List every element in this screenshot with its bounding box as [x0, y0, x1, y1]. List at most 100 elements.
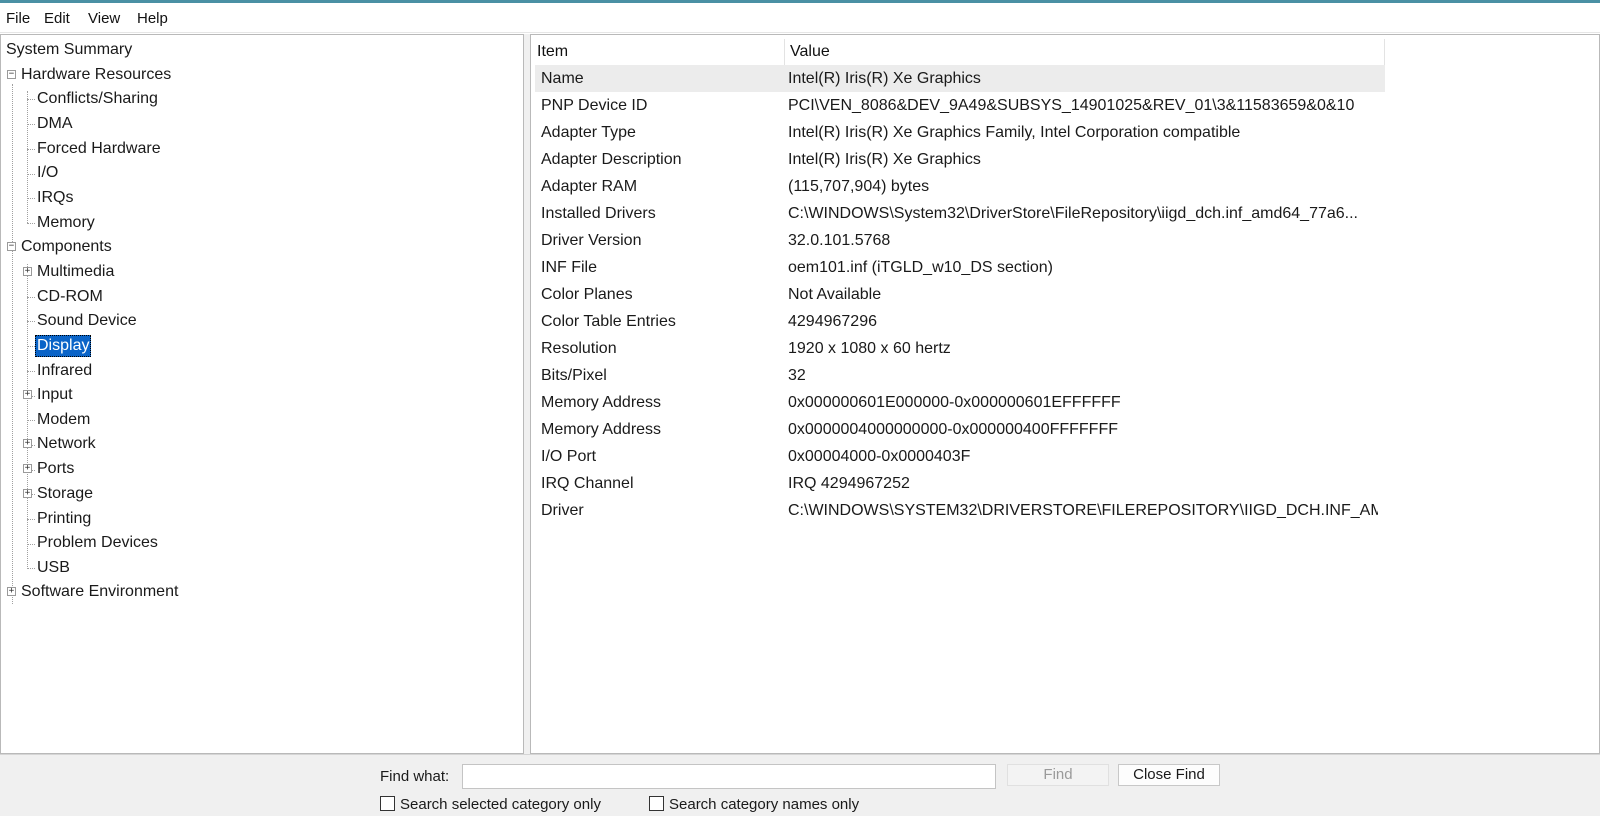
- table-row[interactable]: Color Table Entries 4294967296: [535, 308, 1385, 335]
- menu-bar: File Edit View Help: [0, 3, 1600, 33]
- tree-item-components[interactable]: Components: [19, 236, 114, 258]
- item-cell: IRQ Channel: [541, 475, 634, 492]
- collapse-icon[interactable]: −: [7, 242, 16, 251]
- item-cell: Driver Version: [541, 232, 642, 249]
- table-row[interactable]: PNP Device ID PCI\VEN_8086&DEV_9A49&SUBS…: [535, 92, 1385, 119]
- menu-file[interactable]: File: [6, 8, 30, 30]
- value-cell: oem101.inf (iTGLD_w10_DS section): [788, 259, 1054, 276]
- tree-branch: [27, 420, 35, 421]
- table-row[interactable]: Resolution 1920 x 1080 x 60 hertz: [535, 335, 1385, 362]
- close-find-button[interactable]: Close Find: [1118, 764, 1220, 786]
- tree-item-software-environment[interactable]: Software Environment: [19, 581, 180, 603]
- tree-item-usb[interactable]: USB: [35, 557, 72, 579]
- value-cell: Intel(R) Iris(R) Xe Graphics: [788, 151, 981, 168]
- tree-item-infrared[interactable]: Infrared: [35, 360, 94, 382]
- value-cell: 32: [788, 367, 806, 384]
- collapse-icon[interactable]: −: [7, 70, 16, 79]
- tree-item-display[interactable]: Display: [35, 335, 92, 357]
- expand-icon[interactable]: +: [23, 439, 32, 448]
- table-row[interactable]: Driver C:\WINDOWS\SYSTEM32\DRIVERSTORE\F…: [535, 497, 1385, 524]
- tree-item-memory[interactable]: Memory: [35, 212, 97, 234]
- search-selected-category-option[interactable]: Search selected category only: [380, 795, 601, 815]
- tree-branch: [27, 568, 35, 569]
- table-row[interactable]: Color Planes Not Available: [535, 281, 1385, 308]
- tree-item-system-summary[interactable]: System Summary: [4, 39, 134, 61]
- search-category-names-option[interactable]: Search category names only: [649, 795, 859, 815]
- item-cell: I/O Port: [541, 448, 597, 465]
- tree-item-printing[interactable]: Printing: [35, 508, 93, 530]
- tree-item-io[interactable]: I/O: [35, 162, 60, 184]
- tree-branch: [27, 519, 35, 520]
- item-cell: Color Planes: [541, 286, 633, 303]
- expand-icon[interactable]: +: [23, 464, 32, 473]
- value-cell: Intel(R) Iris(R) Xe Graphics Family, Int…: [788, 124, 1241, 141]
- tree-item-hardware-resources[interactable]: Hardware Resources: [19, 64, 173, 86]
- value-cell: PCI\VEN_8086&DEV_9A49&SUBSYS_14901025&RE…: [788, 97, 1355, 114]
- expand-icon[interactable]: +: [7, 587, 16, 596]
- tree-item-cd-rom[interactable]: CD-ROM: [35, 286, 105, 308]
- tree-item-storage[interactable]: Storage: [35, 483, 95, 505]
- find-button[interactable]: Find: [1007, 764, 1109, 786]
- details-list[interactable]: Item Value Name Intel(R) Iris(R) Xe Grap…: [530, 34, 1600, 754]
- tree-item-forced-hardware[interactable]: Forced Hardware: [35, 138, 163, 160]
- search-category-names-checkbox[interactable]: [649, 796, 664, 811]
- tree-item-modem[interactable]: Modem: [35, 409, 92, 431]
- tree-branch: [27, 321, 35, 322]
- table-row[interactable]: Adapter Description Intel(R) Iris(R) Xe …: [535, 146, 1385, 173]
- table-row[interactable]: Name Intel(R) Iris(R) Xe Graphics: [535, 65, 1385, 92]
- item-cell: Installed Drivers: [541, 205, 656, 222]
- tree-item-sound-device[interactable]: Sound Device: [35, 310, 139, 332]
- table-row[interactable]: Adapter RAM (115,707,904) bytes: [535, 173, 1385, 200]
- tree-item-network[interactable]: Network: [35, 433, 98, 455]
- search-selected-category-checkbox[interactable]: [380, 796, 395, 811]
- table-row[interactable]: INF File oem101.inf (iTGLD_w10_DS sectio…: [535, 254, 1385, 281]
- tree-item-irqs[interactable]: IRQs: [35, 187, 75, 209]
- tree-branch: [27, 346, 35, 347]
- value-cell: 0x00004000-0x0000403F: [788, 448, 971, 465]
- value-cell: 32.0.101.5768: [788, 232, 891, 249]
- tree-item-dma[interactable]: DMA: [35, 113, 75, 135]
- tree-branch: [27, 149, 35, 150]
- item-cell: Memory Address: [541, 421, 662, 438]
- value-cell: C:\WINDOWS\SYSTEM32\DRIVERSTORE\FILEREPO…: [788, 502, 1378, 519]
- menu-help[interactable]: Help: [137, 8, 168, 30]
- expand-icon[interactable]: +: [23, 489, 32, 498]
- table-row[interactable]: Adapter Type Intel(R) Iris(R) Xe Graphic…: [535, 119, 1385, 146]
- tree-item-conflicts-sharing[interactable]: Conflicts/Sharing: [35, 88, 160, 110]
- item-cell: Resolution: [541, 340, 617, 357]
- column-divider[interactable]: [1384, 39, 1385, 65]
- column-header-value[interactable]: Value: [784, 39, 1384, 65]
- tree-branch: [27, 99, 35, 100]
- table-row[interactable]: Installed Drivers C:\WINDOWS\System32\Dr…: [535, 200, 1385, 227]
- find-what-input[interactable]: [462, 764, 996, 789]
- menu-view[interactable]: View: [88, 8, 120, 30]
- table-row[interactable]: Bits/Pixel 32: [535, 362, 1385, 389]
- table-row[interactable]: Driver Version 32.0.101.5768: [535, 227, 1385, 254]
- expand-icon[interactable]: +: [23, 267, 32, 276]
- table-row[interactable]: IRQ Channel IRQ 4294967252: [535, 470, 1385, 497]
- table-row[interactable]: I/O Port 0x00004000-0x0000403F: [535, 443, 1385, 470]
- value-cell: 4294967296: [788, 313, 877, 330]
- menu-edit[interactable]: Edit: [44, 8, 70, 30]
- tree-item-ports[interactable]: Ports: [35, 458, 76, 480]
- table-row[interactable]: Memory Address 0x0000004000000000-0x0000…: [535, 416, 1385, 443]
- tree-item-input[interactable]: Input: [35, 384, 75, 406]
- category-tree[interactable]: System Summary − Hardware Resources Conf…: [0, 34, 524, 754]
- item-cell: Name: [541, 70, 584, 87]
- tree-item-problem-devices[interactable]: Problem Devices: [35, 532, 160, 554]
- item-cell: Driver: [541, 502, 584, 519]
- item-cell: Bits/Pixel: [541, 367, 607, 384]
- item-cell: Adapter RAM: [541, 178, 638, 195]
- tree-branch: [27, 198, 35, 199]
- search-category-names-label: Search category names only: [669, 796, 860, 813]
- find-what-label: Find what:: [380, 768, 450, 785]
- value-cell: 0x0000004000000000-0x000000400FFFFFFF: [788, 421, 1118, 438]
- tree-branch: [27, 371, 35, 372]
- tree-branch: [27, 297, 35, 298]
- expand-icon[interactable]: +: [23, 390, 32, 399]
- tree-item-multimedia[interactable]: Multimedia: [35, 261, 116, 283]
- tree-branch: [27, 124, 35, 125]
- table-row[interactable]: Memory Address 0x000000601E000000-0x0000…: [535, 389, 1385, 416]
- column-header-item[interactable]: Item: [531, 39, 784, 65]
- tree-branch: [27, 174, 35, 175]
